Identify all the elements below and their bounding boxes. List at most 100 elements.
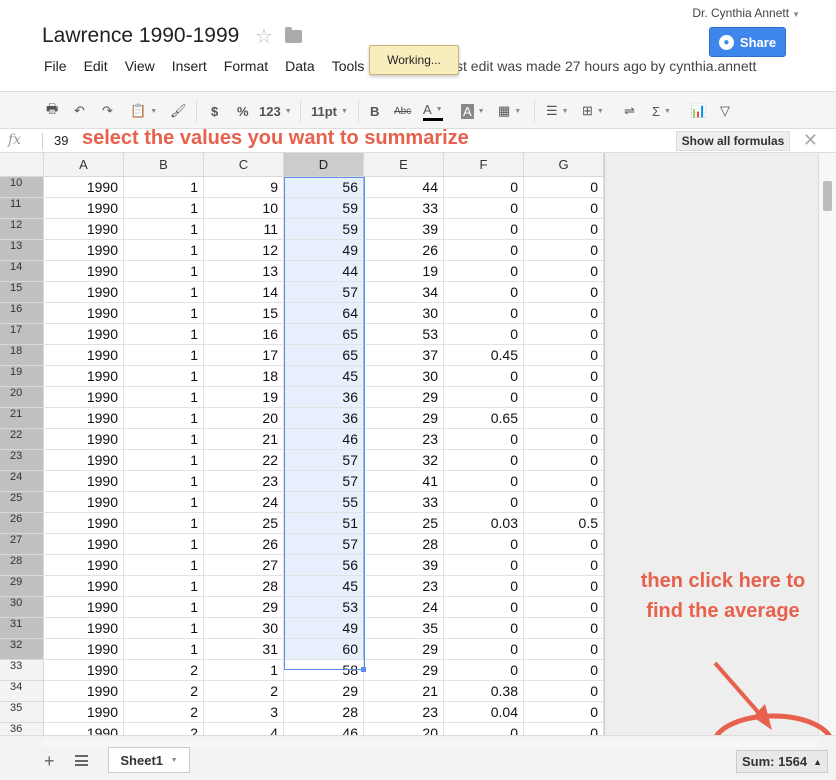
cell[interactable]: 1990 [44, 261, 124, 282]
cell[interactable]: 1 [124, 576, 204, 597]
column-header-c[interactable]: C [204, 153, 284, 177]
cell[interactable]: 1990 [44, 345, 124, 366]
cell[interactable]: 31 [204, 639, 284, 660]
cell[interactable]: 1 [124, 198, 204, 219]
cell[interactable]: 1990 [44, 429, 124, 450]
cell[interactable]: 1990 [44, 177, 124, 198]
cell[interactable]: 0 [524, 723, 604, 735]
cell[interactable]: 65 [284, 324, 364, 345]
align-icon[interactable]: ☰ ▼ [546, 101, 569, 121]
cell[interactable]: 28 [284, 702, 364, 723]
cell[interactable]: 0 [524, 240, 604, 261]
scrollbar-thumb[interactable] [823, 181, 832, 211]
cell[interactable]: 0 [524, 639, 604, 660]
filter-icon[interactable]: ▽ [720, 101, 730, 121]
cell[interactable]: 1 [124, 618, 204, 639]
fill-color-button[interactable]: A ▼ [461, 101, 485, 121]
cell[interactable]: 1 [124, 429, 204, 450]
cell[interactable]: 1990 [44, 618, 124, 639]
cell[interactable]: 64 [284, 303, 364, 324]
cell[interactable]: 39 [364, 219, 444, 240]
row-header[interactable]: 21 [0, 408, 44, 429]
cell[interactable]: 1 [124, 555, 204, 576]
cell[interactable]: 19 [204, 387, 284, 408]
cell[interactable]: 1 [124, 492, 204, 513]
column-header-g[interactable]: G [524, 153, 604, 177]
user-account-menu[interactable]: Dr. Cynthia Annett ▼ [692, 6, 800, 20]
cell[interactable]: 0 [444, 534, 524, 555]
cell[interactable]: 0 [524, 366, 604, 387]
cell[interactable]: 0 [444, 429, 524, 450]
cell[interactable]: 37 [364, 345, 444, 366]
cell[interactable]: 1 [204, 660, 284, 681]
cell[interactable]: 15 [204, 303, 284, 324]
cell[interactable]: 51 [284, 513, 364, 534]
cell[interactable]: 1990 [44, 387, 124, 408]
text-color-button[interactable]: A ▼ [423, 101, 443, 121]
cell[interactable]: 1990 [44, 408, 124, 429]
paint-format-icon[interactable]: 🖌 [170, 101, 187, 121]
cell[interactable]: 1 [124, 471, 204, 492]
cell[interactable]: 13 [204, 261, 284, 282]
chart-icon[interactable]: 📊 [690, 101, 706, 121]
cell[interactable]: 35 [364, 618, 444, 639]
cell[interactable]: 0 [524, 681, 604, 702]
menu-file[interactable]: File [44, 58, 67, 74]
menu-insert[interactable]: Insert [172, 58, 207, 74]
cell[interactable]: 23 [364, 702, 444, 723]
row-header[interactable]: 10 [0, 177, 44, 198]
cell[interactable]: 1990 [44, 492, 124, 513]
column-header-b[interactable]: B [124, 153, 204, 177]
cell[interactable]: 45 [284, 576, 364, 597]
cell[interactable]: 57 [284, 450, 364, 471]
cell[interactable]: 2 [124, 660, 204, 681]
strikethrough-button[interactable]: Abc [394, 101, 411, 121]
cell[interactable]: 41 [364, 471, 444, 492]
cell[interactable]: 0 [444, 555, 524, 576]
vertical-scrollbar[interactable] [818, 153, 836, 735]
cell[interactable]: 1 [124, 219, 204, 240]
row-header[interactable]: 25 [0, 492, 44, 513]
cell[interactable]: 0 [444, 723, 524, 735]
row-header[interactable]: 33 [0, 660, 44, 681]
cell[interactable]: 20 [364, 723, 444, 735]
cell[interactable]: 1990 [44, 534, 124, 555]
cell[interactable]: 2 [124, 723, 204, 735]
row-header[interactable]: 16 [0, 303, 44, 324]
bold-button[interactable]: B [370, 101, 379, 121]
cell[interactable]: 36 [284, 408, 364, 429]
cell[interactable]: 0 [524, 597, 604, 618]
menu-view[interactable]: View [125, 58, 155, 74]
cell[interactable]: 0 [444, 177, 524, 198]
cell[interactable]: 1 [124, 282, 204, 303]
cell[interactable]: 0 [444, 198, 524, 219]
menu-edit[interactable]: Edit [84, 58, 108, 74]
cell[interactable]: 0 [524, 387, 604, 408]
cell[interactable]: 0 [524, 471, 604, 492]
row-header[interactable]: 24 [0, 471, 44, 492]
cell[interactable]: 56 [284, 555, 364, 576]
cell[interactable]: 0 [524, 492, 604, 513]
cell[interactable]: 0.38 [444, 681, 524, 702]
cell[interactable]: 1990 [44, 681, 124, 702]
cell[interactable]: 60 [284, 639, 364, 660]
cell[interactable]: 1990 [44, 660, 124, 681]
font-size-dropdown[interactable]: 11pt ▼ [311, 101, 348, 121]
cell[interactable]: 0 [524, 303, 604, 324]
cell[interactable]: 28 [204, 576, 284, 597]
cell[interactable]: 0 [444, 261, 524, 282]
cell[interactable]: 1990 [44, 450, 124, 471]
cell[interactable]: 17 [204, 345, 284, 366]
cell[interactable]: 1990 [44, 576, 124, 597]
cell[interactable]: 0 [524, 450, 604, 471]
cell[interactable]: 29 [364, 639, 444, 660]
fill-handle[interactable] [361, 667, 366, 672]
cell[interactable]: 1 [124, 366, 204, 387]
cell[interactable]: 3 [204, 702, 284, 723]
cell[interactable]: 24 [364, 597, 444, 618]
add-sheet-button[interactable]: + [44, 751, 55, 772]
cell[interactable]: 0.45 [444, 345, 524, 366]
cell[interactable]: 0 [524, 261, 604, 282]
row-header[interactable]: 27 [0, 534, 44, 555]
sheet-list-icon[interactable] [75, 755, 88, 766]
